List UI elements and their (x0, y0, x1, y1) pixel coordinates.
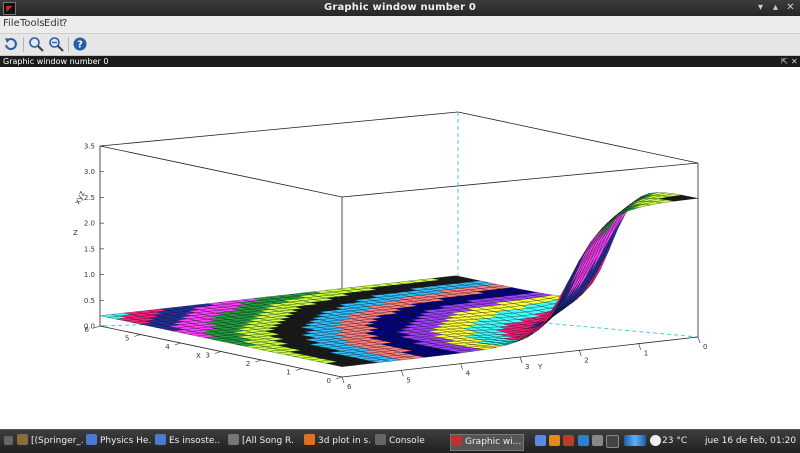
weather-moon-icon (650, 435, 661, 446)
task-app-icon (451, 435, 462, 446)
y-tick-mark (638, 343, 641, 350)
dock-title: Graphic window number 0 (3, 57, 109, 66)
taskbar-task[interactable]: Physics He... (86, 434, 152, 449)
task-label: Es insoste... (169, 436, 221, 446)
taskbar-task[interactable]: Console (375, 434, 441, 449)
taskbar-task[interactable]: Es insoste... (155, 434, 221, 449)
taskbar-task[interactable]: [All Song R... (228, 434, 294, 449)
firefox-tray-icon[interactable] (549, 435, 560, 446)
y-tick-label: 2 (584, 356, 588, 364)
x-tick-mark (214, 351, 222, 354)
task-label: Physics He... (100, 436, 152, 446)
z-tick-label: 2.0 (84, 220, 95, 228)
menu-tools[interactable]: Tools (20, 18, 45, 29)
y-tick-mark (341, 376, 345, 384)
x-tick-mark (255, 359, 262, 363)
task-app-icon (228, 434, 239, 445)
battery-icon[interactable] (606, 435, 619, 448)
task-app-icon (17, 434, 28, 445)
task-label: Graphic wi... (465, 437, 522, 447)
surface-plot (99, 192, 699, 367)
x-tick-mark (335, 376, 343, 380)
y-tick-label: 1 (644, 350, 648, 358)
close-button[interactable]: ✕ (784, 1, 797, 14)
task-label: 3d plot in s... (318, 436, 370, 446)
chrome-tray-icon[interactable] (578, 435, 589, 446)
taskbar: [(Springer_... Physics He... Es insoste...… (0, 429, 800, 453)
dock-header: Graphic window number 0 ⇱ ✕ (0, 56, 800, 67)
x-tick-mark (295, 368, 302, 371)
y-tick-label: 3 (525, 363, 529, 371)
y-tick-mark (697, 336, 701, 344)
z-tick-label: 3.5 (84, 143, 95, 151)
window-titlebar: ◤ Graphic window number 0 ▾ ▴ ✕ (0, 0, 800, 16)
x-tick-label: 0 (327, 377, 331, 385)
taskbar-task[interactable]: [(Springer_... (17, 434, 83, 449)
y-tick-label: 4 (466, 370, 471, 378)
y-tick-label: 5 (406, 376, 410, 384)
svg-text:?: ? (77, 40, 83, 51)
x-tick-label: 4 (165, 343, 170, 351)
task-app-icon (304, 434, 315, 445)
minimize-button[interactable]: ▾ (754, 1, 767, 14)
task-app-icon (155, 434, 166, 445)
monitor-icon[interactable] (592, 435, 603, 446)
y-axis-label: Y (537, 363, 543, 371)
z-axis-label: Z (73, 229, 78, 237)
x-tick-label: 5 (125, 335, 129, 343)
plot-canvas[interactable]: 0.0 0.5 1.0 1.5 2.0 2.5 3.0 3.5 Z 0123456X 01234… (0, 67, 800, 429)
toolbar-separator (23, 37, 24, 52)
network-icon[interactable] (535, 435, 546, 446)
temperature: 23 °C (662, 436, 688, 446)
z-tick-label: 3.0 (84, 168, 95, 176)
x-tick-mark (134, 334, 141, 337)
z-tick-label: 1.0 (84, 271, 95, 279)
x-tick-mark (174, 342, 181, 346)
y-tick-mark (401, 370, 404, 377)
toolbar-separator (68, 37, 69, 52)
maximize-button[interactable]: ▴ (769, 1, 782, 14)
x-tick-label: 2 (246, 360, 250, 368)
x-tick-label: 6 (85, 326, 90, 334)
rotate-icon[interactable] (3, 36, 19, 52)
x-axis-label: X (196, 352, 201, 360)
toolbar: ? (0, 34, 800, 56)
x-tick-label: 1 (286, 369, 290, 377)
svg-text:xyz: xyz (73, 190, 87, 206)
menu-help[interactable]: ? (62, 18, 67, 29)
taskbar-task[interactable]: 3d plot in s... (304, 434, 370, 449)
y-tick-label: 6 (347, 383, 352, 391)
z-axis: 0.00.51.01.52.02.53.03.5Z (73, 143, 104, 331)
zoom-icon[interactable] (28, 36, 44, 52)
task-label: [All Song R... (242, 436, 294, 446)
undock-button[interactable]: ⇱ (781, 56, 788, 67)
dock-close-button[interactable]: ✕ (791, 56, 798, 67)
z-tick-label: 0.5 (84, 297, 95, 305)
y-tick-mark (579, 350, 582, 357)
window-title: Graphic window number 0 (323, 2, 477, 13)
menu-bar: File Tools Edit ? (0, 16, 800, 34)
tray-app-icon[interactable] (563, 435, 574, 446)
show-desktop-icon[interactable] (4, 436, 13, 445)
x-tick-label: 3 (206, 352, 210, 360)
task-label: Console (389, 436, 425, 446)
taskbar-task[interactable]: Graphic wi... (450, 434, 524, 451)
task-app-icon (375, 434, 386, 445)
menu-edit[interactable]: Edit (44, 18, 63, 29)
y-tick-label: 0 (703, 343, 707, 351)
y-tick-mark (460, 363, 463, 370)
data-tip-icon: xyz (73, 190, 87, 206)
unzoom-icon[interactable] (48, 36, 64, 52)
help-icon[interactable]: ? (72, 36, 88, 52)
task-app-icon (86, 434, 97, 445)
clock[interactable]: jue 16 de feb, 01:20 (705, 434, 796, 449)
cpu-graph-icon (624, 435, 646, 446)
task-label: [(Springer_... (31, 436, 83, 446)
menu-file[interactable]: File (3, 18, 20, 29)
z-tick-label: 1.5 (84, 245, 95, 253)
y-tick-mark (519, 356, 523, 364)
